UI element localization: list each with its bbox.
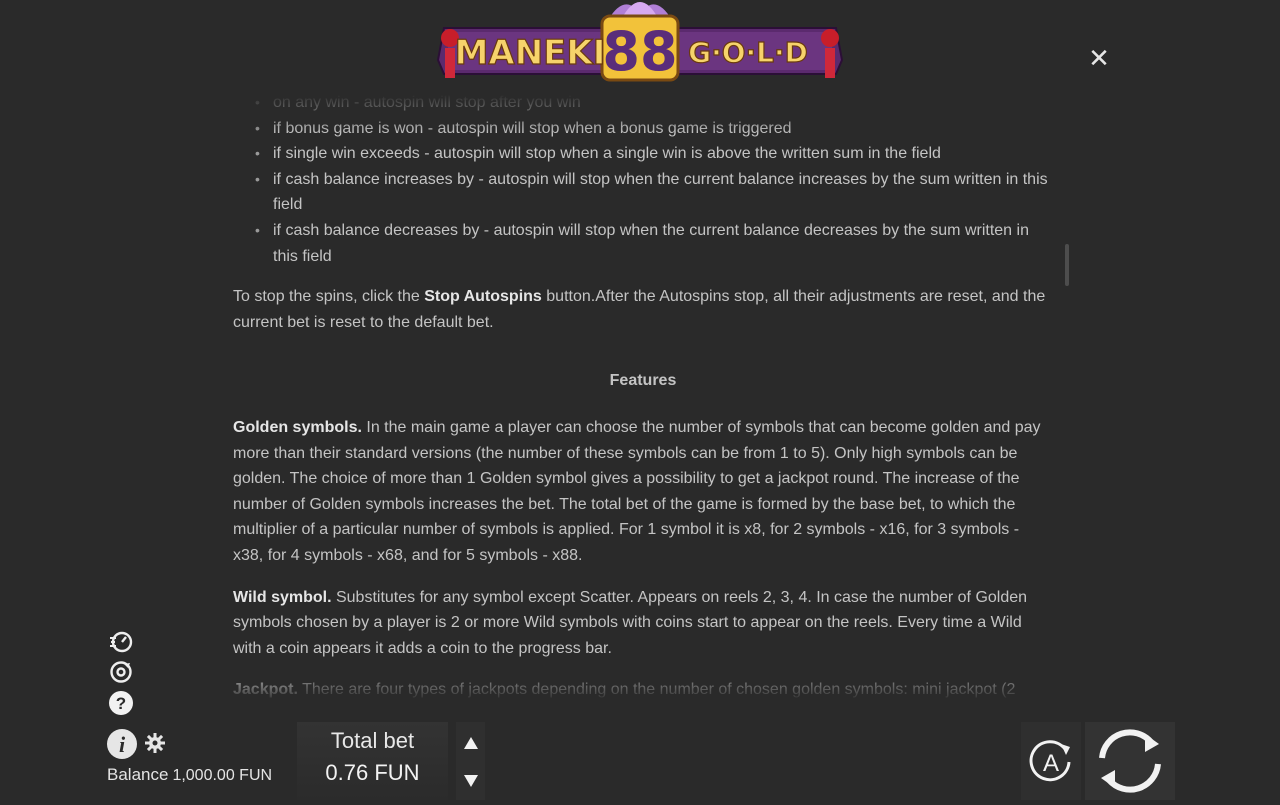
close-icon[interactable]: ✕ [1086,46,1112,72]
balance-display: Balance 1,000.00 FUN [107,765,272,785]
list-item: on any win - autospin will stop after yo… [255,90,1053,116]
golden-symbols-paragraph: Golden symbols. In the main game a playe… [233,418,1041,564]
jackpot-paragraph: Jackpot. There are four types of jackpot… [233,681,1016,699]
turbo-icon[interactable] [108,628,134,654]
golden-symbols-title: Golden symbols. [233,418,362,436]
info-icon[interactable]: i [106,728,138,760]
list-item: if cash balance increases by - autospin … [255,167,1053,218]
bet-increase-button[interactable] [456,724,485,760]
list-item: if bonus game is won - autospin will sto… [255,116,1053,142]
help-icon[interactable]: ? [108,690,134,716]
svg-text:?: ? [116,694,126,713]
rules-content[interactable]: on any win - autospin will stop after yo… [233,90,1053,702]
total-bet-value: 0.76 FUN [325,760,420,785]
autoplay-settings-icon[interactable] [108,659,134,685]
list-item: if cash balance decreases by - autospin … [255,218,1053,269]
spin-arrows-icon [1099,729,1161,793]
bet-stepper [456,722,485,800]
wild-symbol-title: Wild symbol. [233,588,332,606]
features-heading: Features [609,372,677,390]
balance-value: 1,000.00 FUN [172,767,273,784]
total-bet-panel: Total bet 0.76 FUN [297,722,448,800]
spin-button[interactable] [1085,722,1175,800]
logo-left-text: MANEKI [455,33,606,73]
svg-text:i: i [119,732,126,757]
game-logo: 88 MANEKI G·O·L·D [430,0,850,90]
settings-gear-icon[interactable] [144,732,166,754]
autospin-conditions-list: on any win - autospin will stop after yo… [233,90,1053,269]
logo-right-text: G·O·L·D [688,36,808,69]
stop-autospins-paragraph: To stop the spins, click the Stop Autosp… [233,288,1046,331]
logo-number: 88 [602,20,677,83]
autoplay-label: A [1043,750,1059,777]
bet-decrease-button[interactable] [456,762,485,798]
jackpot-title: Jackpot. [233,681,298,699]
list-item: if single win exceeds - autospin will st… [255,141,1053,167]
maneki-88-gold-logo: 88 MANEKI G·O·L·D [436,2,844,83]
autoplay-button[interactable]: A [1021,722,1081,800]
wild-symbol-paragraph: Wild symbol. Substitutes for any symbol … [233,588,1028,657]
scrollbar-thumb[interactable] [1065,244,1069,286]
stop-autospins-label: Stop Autospins [424,288,542,306]
balance-label: Balance [107,765,169,784]
total-bet-label: Total bet [330,728,415,753]
